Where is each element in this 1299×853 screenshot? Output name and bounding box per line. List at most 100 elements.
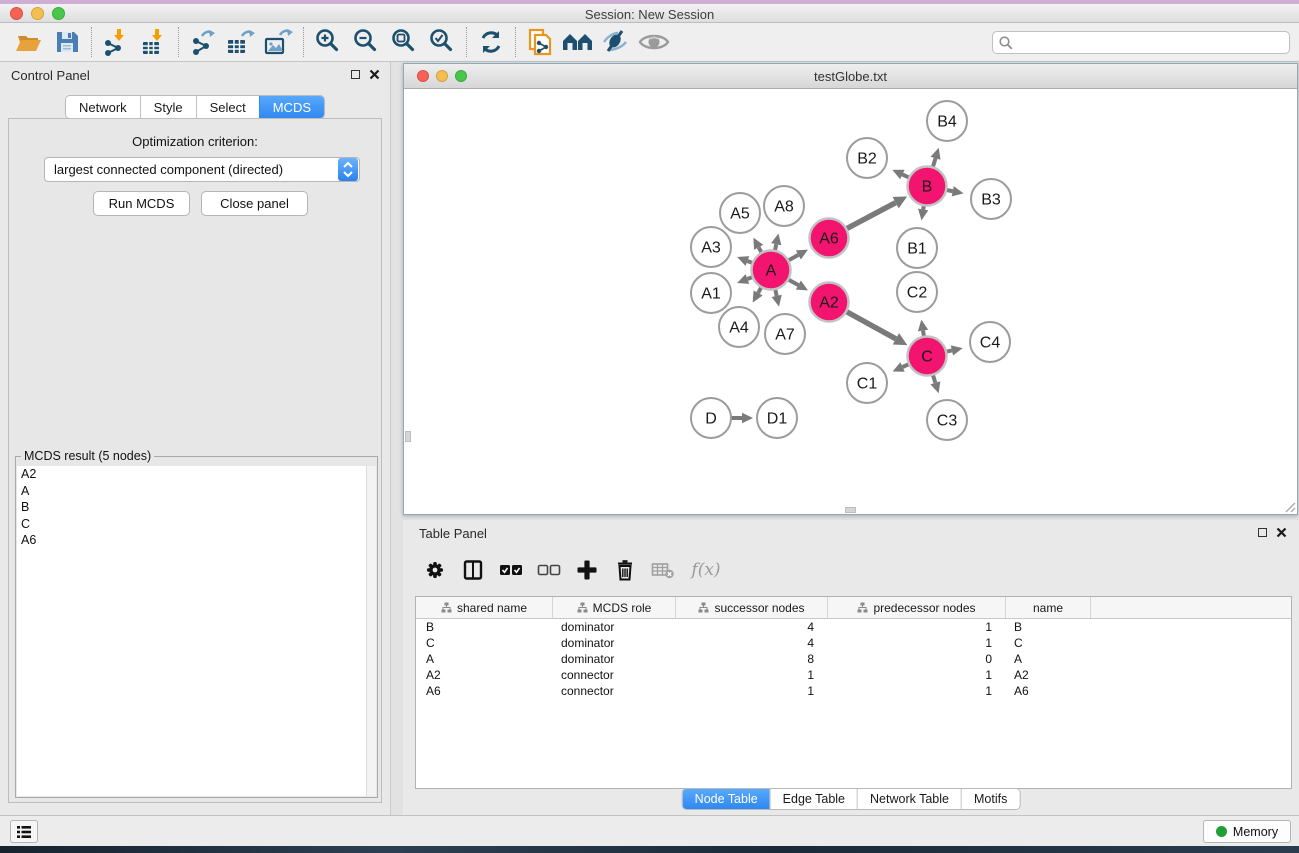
control-panel-title: Control Panel (11, 68, 90, 83)
node-C1[interactable]: C1 (847, 363, 887, 403)
tab-network-table[interactable]: Network Table (857, 789, 961, 809)
network-canvas[interactable]: B4 B2 B B3 A5A8A6 A3 B1 A A1 C2 A2 A4A7 C4 C C1 C3 D D1 (404, 89, 1297, 514)
delete-column-icon[interactable] (608, 555, 642, 585)
cell: 1 (828, 635, 1006, 651)
memory-button[interactable]: Memory (1203, 820, 1291, 843)
window-resize-grip[interactable] (1283, 500, 1296, 513)
zoom-fit-icon[interactable] (385, 26, 423, 58)
run-mcds-button[interactable]: Run MCDS (93, 191, 190, 216)
table-row[interactable]: Cdominator41C (416, 635, 1291, 651)
column-header-predecessor-nodes[interactable]: predecessor nodes (828, 597, 1006, 618)
tab-motifs[interactable]: Motifs (961, 789, 1019, 809)
column-header-successor-nodes[interactable]: successor nodes (676, 597, 828, 618)
save-session-icon[interactable] (48, 26, 86, 58)
table-row[interactable]: A2connector11A2 (416, 667, 1291, 683)
column-header-MCDS-role[interactable]: MCDS role (553, 597, 676, 618)
node-label-B4: B4 (937, 114, 957, 131)
float-panel-icon[interactable] (351, 70, 360, 79)
mcds-result-list[interactable]: A2ABCA6 (17, 466, 376, 796)
table-type-tabs: Node TableEdge TableNetwork TableMotifs (682, 788, 1021, 810)
zoom-out-icon[interactable] (347, 26, 385, 58)
app-titlebar: Session: New Session (0, 4, 1299, 23)
node-B3[interactable]: B3 (971, 179, 1011, 219)
node-C4[interactable]: C4 (970, 322, 1010, 362)
home-layout-icon[interactable] (559, 26, 597, 58)
result-item[interactable]: A (17, 483, 376, 500)
node-A7[interactable]: A7 (765, 314, 805, 354)
tab-node-table[interactable]: Node Table (683, 789, 770, 809)
node-D[interactable]: D (691, 398, 731, 438)
close-panel-icon[interactable] (369, 69, 380, 80)
show-hide-graphics-icon[interactable] (635, 26, 673, 58)
deselect-all-columns-icon[interactable] (532, 555, 566, 585)
tab-edge-table[interactable]: Edge Table (770, 789, 857, 809)
node-A4[interactable]: A4 (719, 307, 759, 347)
cell: 0 (828, 651, 1006, 667)
node-D1[interactable]: D1 (757, 398, 797, 438)
node-label-B1: B1 (907, 241, 927, 258)
result-item[interactable]: A2 (17, 466, 376, 483)
result-item[interactable]: C (17, 516, 376, 533)
close-table-panel-icon[interactable] (1276, 527, 1287, 538)
function-builder-icon[interactable]: f(x) (684, 555, 728, 585)
node-B1[interactable]: B1 (897, 228, 937, 268)
table-row[interactable]: Bdominator41B (416, 619, 1291, 635)
cell: 4 (676, 619, 828, 635)
export-network-icon[interactable] (184, 26, 222, 58)
import-network-icon[interactable] (97, 26, 135, 58)
import-table-icon[interactable] (135, 26, 173, 58)
node-A5[interactable]: A5 (720, 193, 760, 233)
optimization-criterion-select[interactable]: largest connected component (directed) (44, 157, 360, 182)
new-network-from-selection-icon[interactable] (521, 26, 559, 58)
table-row[interactable]: Adominator80A (416, 651, 1291, 667)
node-A8[interactable]: A8 (764, 186, 804, 226)
tab-network[interactable]: Network (66, 96, 140, 118)
node-C2[interactable]: C2 (897, 272, 937, 312)
node-A6[interactable]: A6 (810, 219, 849, 258)
task-history-button[interactable] (10, 820, 38, 843)
cell: A2 (416, 667, 553, 683)
shared-column-icon (698, 602, 709, 613)
result-scrollbar[interactable] (366, 466, 376, 796)
tab-style[interactable]: Style (140, 96, 196, 118)
column-layout-icon[interactable] (456, 555, 490, 585)
column-header-name[interactable]: name (1006, 597, 1091, 618)
application-window: Session: New Session (0, 0, 1299, 853)
float-table-panel-icon[interactable] (1258, 528, 1267, 537)
export-table-icon[interactable] (222, 26, 260, 58)
search-input[interactable] (992, 31, 1290, 54)
column-header-label: shared name (457, 601, 527, 615)
horizontal-scroll-thumb[interactable] (845, 507, 856, 513)
result-item[interactable]: A6 (17, 532, 376, 549)
tab-select[interactable]: Select (196, 96, 259, 118)
delete-table-icon[interactable] (646, 555, 680, 585)
zoom-in-icon[interactable] (309, 26, 347, 58)
add-column-icon[interactable] (570, 555, 604, 585)
node-A3[interactable]: A3 (691, 227, 731, 267)
node-B2[interactable]: B2 (847, 138, 887, 178)
result-item[interactable]: B (17, 499, 376, 516)
cell: B (416, 619, 553, 635)
node-B4[interactable]: B4 (927, 101, 967, 141)
node-B[interactable]: B (908, 167, 947, 206)
node-A2[interactable]: A2 (810, 283, 849, 322)
toggle-style-preview-icon[interactable] (597, 26, 635, 58)
open-file-icon[interactable] (10, 26, 48, 58)
zoom-selected-icon[interactable] (423, 26, 461, 58)
tab-mcds[interactable]: MCDS (259, 96, 324, 118)
node-C[interactable]: C (908, 337, 947, 376)
column-header-shared-name[interactable]: shared name (416, 597, 553, 618)
table-row[interactable]: A6connector11A6 (416, 683, 1291, 699)
vertical-scroll-thumb[interactable] (405, 431, 411, 442)
node-C3[interactable]: C3 (927, 400, 967, 440)
export-image-icon[interactable] (260, 26, 298, 58)
network-window-titlebar[interactable]: testGlobe.txt (404, 64, 1297, 89)
close-panel-button[interactable]: Close panel (201, 191, 308, 216)
refresh-view-icon[interactable] (472, 26, 510, 58)
cell: connector (553, 667, 676, 683)
table-settings-icon[interactable] (418, 555, 452, 585)
node-A1[interactable]: A1 (691, 273, 731, 313)
main-toolbar (0, 23, 1299, 62)
node-A[interactable]: A (752, 251, 791, 290)
select-all-columns-icon[interactable] (494, 555, 528, 585)
